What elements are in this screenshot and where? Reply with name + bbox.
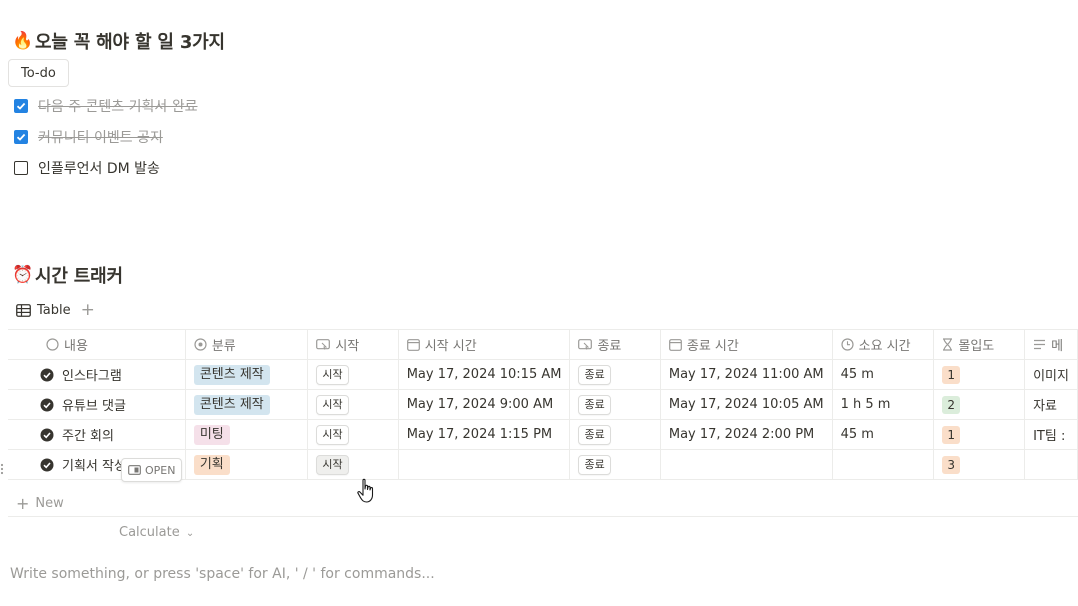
button-cursor-icon	[578, 338, 593, 350]
duration-cell: 45 m	[831, 359, 935, 390]
column-header-start-time[interactable]: 시작 시간	[397, 329, 571, 360]
memo-cell[interactable]: 자료	[1024, 389, 1078, 420]
view-tab-label: Table	[37, 302, 71, 318]
chevron-down-icon: ⌄	[185, 528, 195, 539]
checkbox-unchecked-icon[interactable]	[14, 161, 28, 175]
todo-title: 오늘 꼭 해야 할 일 3가지	[34, 32, 225, 53]
focus-tag: 3	[942, 455, 961, 474]
calculate-button[interactable]: Calculate ⌄	[119, 525, 194, 540]
end-button[interactable]: 종료	[578, 364, 611, 385]
category-tag: 콘텐츠 제작	[193, 364, 270, 385]
tracker-heading: ⏰ 시간 트래커	[12, 262, 123, 288]
plus-icon: +	[16, 494, 30, 513]
todo-item[interactable]: 다음 주 콘텐츠 기획서 완료	[14, 95, 197, 117]
column-header-name[interactable]: 내용	[8, 329, 186, 360]
calendar-icon	[406, 338, 420, 351]
editor-placeholder[interactable]: Write something, or press 'space' for AI…	[10, 566, 435, 582]
add-view-icon[interactable]: +	[81, 300, 95, 320]
fire-icon: 🔥	[12, 31, 33, 51]
end-button[interactable]: 종료	[578, 394, 611, 415]
hand-pointer-cursor-icon	[357, 478, 374, 503]
check-circle-icon	[40, 398, 54, 411]
start-time-cell[interactable]	[397, 449, 571, 480]
table-row[interactable]: 주간 회의 미팅 시작 May 17, 2024 1:15 PM 종료 May …	[8, 419, 1078, 450]
open-side-peek-icon	[128, 465, 141, 475]
column-header-end-time[interactable]: 종료 시간	[659, 329, 833, 360]
duration-cell: 45 m	[831, 419, 935, 450]
focus-tag: 1	[942, 365, 961, 384]
view-tab-table[interactable]: Table +	[16, 300, 95, 320]
end-time-cell[interactable]: May 17, 2024 2:00 PM	[659, 419, 833, 450]
title-circle-icon	[46, 338, 59, 351]
start-button[interactable]: 시작	[316, 424, 349, 445]
duration-cell: 1 h 5 m	[831, 389, 935, 420]
column-header-end[interactable]: 종료	[569, 329, 661, 360]
tracker-title: 시간 트래커	[34, 266, 123, 287]
todo-item-label: 다음 주 콘텐츠 기획서 완료	[38, 99, 198, 115]
focus-tag: 2	[942, 395, 961, 414]
calendar-icon	[668, 338, 682, 351]
checkbox-checked-icon[interactable]	[14, 99, 28, 113]
start-time-cell[interactable]: May 17, 2024 9:00 AM	[397, 389, 571, 420]
column-header-focus[interactable]: 몰입도	[933, 329, 1026, 360]
drag-handle-icon[interactable]	[0, 462, 4, 476]
column-header-memo[interactable]: 메	[1024, 329, 1078, 360]
todo-heading: 🔥 오늘 꼭 해야 할 일 3가지	[12, 28, 225, 54]
start-time-cell[interactable]: May 17, 2024 1:15 PM	[397, 419, 571, 450]
column-header-start[interactable]: 시작	[307, 329, 399, 360]
select-icon	[194, 338, 207, 351]
end-time-cell[interactable]	[659, 449, 833, 480]
category-tag: 기획	[193, 454, 230, 475]
todo-item-label: 인플루언서 DM 발송	[38, 161, 160, 177]
category-tag: 미팅	[193, 424, 230, 445]
end-button[interactable]: 종료	[578, 454, 611, 475]
row-name[interactable]: 인스타그램	[62, 365, 122, 384]
check-circle-icon	[40, 458, 54, 471]
table-row[interactable]: 인스타그램 콘텐츠 제작 시작 May 17, 2024 10:15 AM 종료…	[8, 359, 1078, 390]
duration-cell	[831, 449, 935, 480]
row-name[interactable]: 기획서 작성	[62, 455, 126, 474]
memo-cell[interactable]: 이미지	[1024, 359, 1078, 390]
start-button[interactable]: 시작	[316, 454, 349, 475]
memo-cell[interactable]	[1024, 449, 1078, 480]
category-tag: 콘텐츠 제작	[193, 394, 270, 415]
check-circle-icon	[40, 428, 54, 441]
end-time-cell[interactable]: May 17, 2024 11:00 AM	[659, 359, 833, 390]
table-row[interactable]: 유튜브 댓글 콘텐츠 제작 시작 May 17, 2024 9:00 AM 종료…	[8, 389, 1078, 420]
tab-todo[interactable]: To-do	[8, 59, 69, 87]
column-header-category[interactable]: 분류	[184, 329, 309, 360]
hourglass-icon	[943, 338, 953, 351]
column-header-duration[interactable]: 소요 시간	[831, 329, 935, 360]
check-circle-icon	[40, 368, 54, 381]
table-footer-divider	[8, 516, 1078, 517]
alarm-clock-icon: ⏰	[12, 265, 33, 285]
start-button[interactable]: 시작	[316, 394, 349, 415]
row-name[interactable]: 유튜브 댓글	[62, 395, 126, 414]
memo-cell[interactable]: IT팀 :	[1024, 419, 1078, 450]
start-time-cell[interactable]: May 17, 2024 10:15 AM	[397, 359, 571, 390]
button-cursor-icon	[316, 338, 331, 350]
table-icon	[16, 303, 31, 317]
start-button[interactable]: 시작	[316, 364, 349, 385]
table-header-row: 내용 분류 시작 시작 시간 종료 종료 시간 소요 시간 몰입도 메	[8, 329, 1078, 360]
todo-item[interactable]: 커뮤니티 이벤트 공지	[14, 126, 163, 148]
open-page-button[interactable]: OPEN	[121, 458, 183, 482]
clock-icon	[841, 338, 854, 351]
checkbox-checked-icon[interactable]	[14, 130, 28, 144]
row-name[interactable]: 주간 회의	[62, 425, 114, 444]
end-time-cell[interactable]: May 17, 2024 10:05 AM	[659, 389, 833, 420]
text-lines-icon	[1034, 339, 1046, 350]
todo-item[interactable]: 인플루언서 DM 발송	[14, 157, 160, 179]
add-new-row-button[interactable]: + New	[16, 494, 64, 513]
todo-item-label: 커뮤니티 이벤트 공지	[38, 130, 163, 146]
end-button[interactable]: 종료	[578, 424, 611, 445]
focus-tag: 1	[942, 425, 961, 444]
